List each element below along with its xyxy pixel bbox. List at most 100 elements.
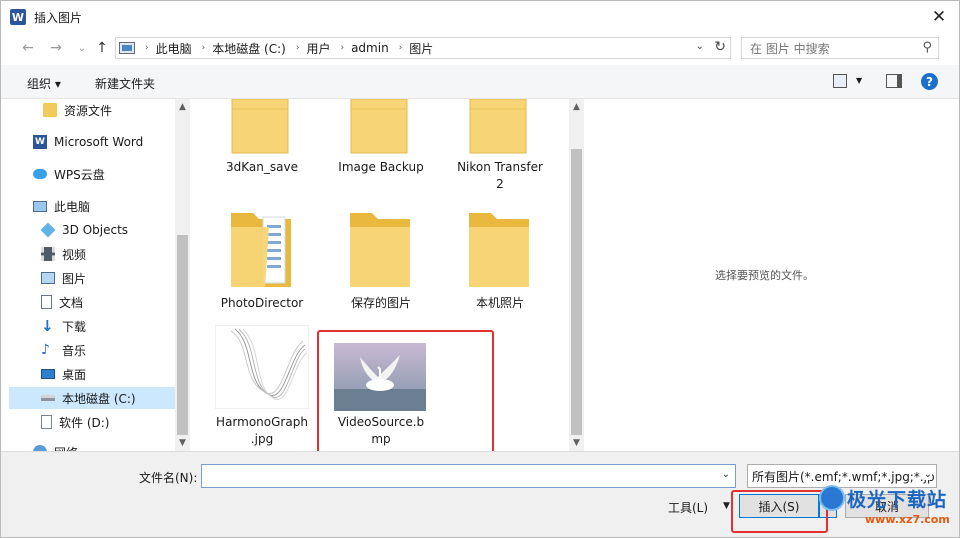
- refresh-icon[interactable]: ↻: [714, 39, 726, 55]
- document-icon: [41, 295, 52, 309]
- sidebar-item-label: 下载: [62, 319, 87, 334]
- scroll-up-icon[interactable]: ▲: [569, 102, 584, 112]
- file-name: HarmonoGraph: [216, 415, 308, 429]
- file-tile-camera-roll[interactable]: 本机照片: [445, 207, 555, 311]
- file-tile-3dkan-save[interactable]: 3dKan_save: [207, 99, 317, 183]
- pictures-location-icon: [119, 42, 135, 54]
- sidebar-item-3d-objects[interactable]: 3D Objects: [9, 219, 175, 241]
- drive-icon: [41, 415, 52, 429]
- new-folder-button[interactable]: 新建文件夹: [95, 75, 155, 92]
- file-type-filter-value: 所有图片(*.emf;*.wmf;*.jpg;*.jp: [752, 469, 935, 484]
- folder-icon: [469, 213, 529, 287]
- view-options-icon[interactable]: [833, 74, 847, 88]
- folder-icon: [350, 99, 408, 154]
- preview-pane: 选择要预览的文件。: [585, 99, 959, 451]
- title-bar: W 插入图片 ✕: [1, 1, 959, 33]
- forward-arrow-icon[interactable]: →: [47, 39, 65, 57]
- sidebar-scrollbar[interactable]: ▲ ▼: [175, 99, 190, 451]
- scrollbar-thumb[interactable]: [571, 149, 582, 435]
- sidebar-item-label: 此电脑: [54, 199, 91, 214]
- folder-icon: [231, 99, 289, 154]
- folder-icon: [43, 103, 57, 117]
- desktop-icon: [41, 369, 55, 379]
- sidebar-item-label: 视频: [62, 247, 87, 262]
- word-app-icon: W: [10, 9, 26, 25]
- file-tile-harmonograph-jpg[interactable]: HarmonoGraph .jpg: [207, 325, 317, 449]
- sidebar-item-label: 资源文件: [64, 103, 113, 118]
- sidebar-item-resource-folder[interactable]: 资源文件: [9, 99, 175, 121]
- sidebar-item-pictures[interactable]: 图片: [9, 267, 175, 289]
- tools-menu-button[interactable]: 工具(L): [668, 499, 708, 516]
- sidebar-item-label: 桌面: [62, 367, 87, 382]
- file-list-scrollbar[interactable]: ▲ ▼: [569, 99, 584, 451]
- file-name: Image Backup: [338, 160, 424, 174]
- drive-icon: [41, 395, 55, 401]
- organize-menu-button[interactable]: 组织 ▾: [27, 75, 61, 92]
- file-tile-nikon-transfer-2[interactable]: Nikon Transfer 2: [445, 99, 555, 199]
- sidebar-item-wps-cloud[interactable]: WPS云盘: [9, 163, 175, 185]
- highlight-box-insert-button: [731, 490, 828, 533]
- breadcrumb-separator-icon: ›: [340, 43, 345, 53]
- cube-icon: [40, 222, 56, 238]
- file-tile-saved-pictures[interactable]: 保存的图片: [326, 207, 436, 311]
- close-button[interactable]: ✕: [927, 5, 951, 29]
- search-input[interactable]: 在 图片 中搜索 ⚲: [741, 37, 939, 59]
- file-name: 3dKan_save: [226, 160, 298, 174]
- filter-dropdown-icon: ⌄: [923, 469, 932, 480]
- breadcrumb-item[interactable]: 此电脑: [156, 40, 192, 57]
- cloud-icon: [33, 169, 47, 179]
- sidebar-item-local-disk-c[interactable]: 本地磁盘 (C:): [9, 387, 175, 409]
- scrollbar-thumb[interactable]: [177, 235, 188, 435]
- help-icon[interactable]: ?: [921, 73, 938, 90]
- sidebar-item-label: WPS云盘: [54, 167, 105, 182]
- recent-locations-chevron-icon[interactable]: ⌄: [73, 39, 91, 57]
- back-arrow-icon[interactable]: ←: [19, 39, 37, 57]
- view-dropdown-icon[interactable]: ▼: [856, 76, 862, 85]
- breadcrumb-item[interactable]: 用户: [306, 40, 330, 57]
- breadcrumb-item[interactable]: 图片: [409, 40, 433, 57]
- preview-pane-icon[interactable]: [886, 74, 902, 88]
- file-tile-photodirector[interactable]: PhotoDirector: [207, 207, 317, 311]
- sidebar-item-desktop[interactable]: 桌面: [9, 363, 175, 385]
- sidebar-item-videos[interactable]: 视频: [9, 243, 175, 265]
- site-watermark: 极光下载站 www.xz7.com: [819, 485, 959, 537]
- search-placeholder: 在 图片 中搜索: [750, 41, 830, 56]
- sidebar-item-downloads[interactable]: ↓ 下载: [9, 315, 175, 337]
- sidebar-item-label: 网络: [54, 444, 78, 452]
- sidebar-item-label: Microsoft Word: [54, 135, 144, 149]
- command-toolbar: 组织 ▾ 新建文件夹 ▼ ?: [1, 65, 959, 99]
- search-icon: ⚲: [922, 40, 932, 55]
- dialog-title: 插入图片: [34, 10, 83, 25]
- sidebar-item-software-d[interactable]: 软件 (D:): [9, 411, 175, 433]
- sidebar-item-this-pc[interactable]: 此电脑: [9, 195, 175, 217]
- sidebar-item-network[interactable]: 网络: [9, 441, 175, 451]
- music-icon: ♪: [41, 342, 50, 358]
- tools-dropdown-icon[interactable]: ▼: [723, 501, 730, 511]
- highlight-box-selected-file: [317, 330, 494, 461]
- breadcrumb: › 此电脑 › 本地磁盘 (C:) › 用户 › admin › 图片: [135, 40, 433, 57]
- word-icon: W: [33, 135, 47, 149]
- scroll-down-icon[interactable]: ▼: [175, 438, 190, 448]
- filename-dropdown-icon[interactable]: ⌄: [722, 469, 730, 480]
- file-name-line2: 2: [496, 177, 504, 191]
- scroll-up-icon[interactable]: ▲: [175, 102, 190, 112]
- computer-icon: [33, 200, 47, 212]
- folder-icon: [350, 213, 410, 287]
- file-tile-image-backup[interactable]: Image Backup: [326, 99, 436, 183]
- address-dropdown-icon[interactable]: ⌄: [696, 41, 704, 52]
- sidebar-item-music[interactable]: ♪ 音乐: [9, 339, 175, 361]
- scroll-down-icon[interactable]: ▼: [569, 438, 584, 448]
- sidebar-item-label: 音乐: [62, 343, 87, 358]
- up-arrow-icon[interactable]: ↑: [93, 39, 111, 57]
- breadcrumb-separator-icon: ›: [145, 43, 149, 53]
- filename-input[interactable]: ⌄: [201, 464, 736, 488]
- video-icon: [41, 247, 55, 261]
- breadcrumb-item[interactable]: admin: [351, 41, 389, 55]
- sidebar-item-documents[interactable]: 文档: [9, 291, 175, 313]
- address-bar[interactable]: › 此电脑 › 本地磁盘 (C:) › 用户 › admin › 图片 ⌄ ↻: [115, 37, 731, 59]
- watermark-logo-icon: [819, 485, 845, 511]
- sidebar-item-microsoft-word[interactable]: W Microsoft Word: [9, 131, 175, 153]
- watermark-brand: 极光下载站: [847, 489, 948, 511]
- pictures-icon: [41, 272, 55, 284]
- breadcrumb-item[interactable]: 本地磁盘 (C:): [212, 40, 286, 57]
